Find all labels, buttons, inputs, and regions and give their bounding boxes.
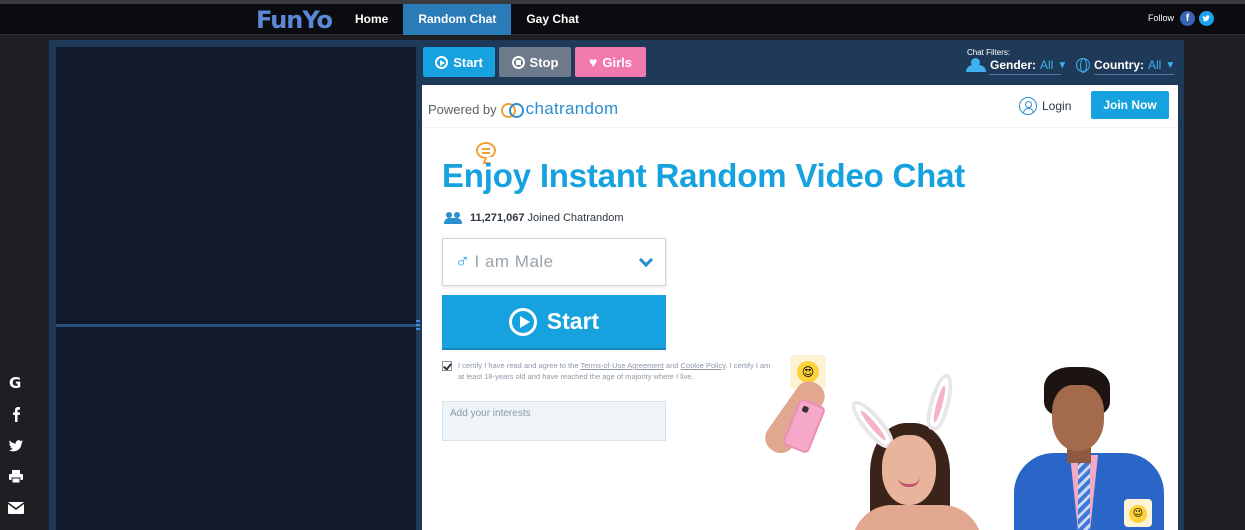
stop-icon xyxy=(511,55,525,69)
powered-by: Powered by chatrandom xyxy=(428,99,619,119)
nav-home[interactable]: Home xyxy=(340,4,403,35)
print-icon[interactable] xyxy=(8,470,24,484)
facebook-icon[interactable] xyxy=(11,406,21,422)
twitter-icon[interactable] xyxy=(8,439,24,453)
interests-input[interactable]: Add your interests xyxy=(442,401,666,441)
resize-handle[interactable] xyxy=(416,320,420,332)
twitter-bird-glyph xyxy=(1202,15,1210,22)
mail-icon[interactable] xyxy=(8,502,24,514)
funyo-logo[interactable]: FunYo xyxy=(256,6,333,34)
login-link[interactable]: Login xyxy=(1019,97,1071,115)
stop-button[interactable]: Stop xyxy=(499,47,571,77)
chevron-down-icon xyxy=(638,252,654,268)
certify-row: I certify I have read and agree to the T… xyxy=(442,360,772,382)
country-filter[interactable]: Country: All ▼ xyxy=(1076,58,1176,73)
main-nav: Home Random Chat Gay Chat xyxy=(340,4,594,35)
chevron-down-icon: ▼ xyxy=(1057,59,1068,71)
country-filter-underline xyxy=(1094,74,1174,75)
terms-link[interactable]: Terms-of-Use Agreement xyxy=(580,361,663,370)
stranger-video xyxy=(56,47,416,325)
gender-filter-underline xyxy=(989,74,1061,75)
nav-gay-chat[interactable]: Gay Chat xyxy=(511,4,594,35)
panel-header: Powered by chatrandom Login Join Now xyxy=(422,85,1178,128)
google-icon[interactable]: G xyxy=(9,374,23,390)
self-video xyxy=(56,327,416,530)
cookie-link[interactable]: Cookie Policy xyxy=(681,361,726,370)
heart-eyes-emoji-icon: 😍 xyxy=(797,361,819,383)
joined-count: 11,271,067 Joined Chatrandom xyxy=(444,212,624,224)
site-header: FunYo Home Random Chat Gay Chat Follow f xyxy=(0,4,1245,35)
male-icon: ♂ xyxy=(455,250,471,273)
user-icon xyxy=(1019,97,1037,115)
globe-icon xyxy=(1076,58,1090,73)
chatrandom-brand[interactable]: chatrandom xyxy=(526,99,619,119)
certify-text: I certify I have read and agree to the T… xyxy=(458,361,771,381)
gender-select[interactable]: ♂ I am Male xyxy=(442,238,666,286)
guy-tie xyxy=(1078,460,1090,530)
gender-filter[interactable]: Gender: All ▼ xyxy=(966,58,1067,72)
svg-text:G: G xyxy=(9,374,21,390)
page-title: Enjoy Instant Random Video Chat xyxy=(442,157,966,194)
bunny-ear-right xyxy=(922,371,958,433)
facebook-icon[interactable]: f xyxy=(1180,11,1195,26)
main-start-button[interactable]: Start xyxy=(442,295,666,350)
group-icon xyxy=(444,212,462,224)
play-icon xyxy=(508,307,537,336)
chatrandom-panel: Powered by chatrandom Login Join Now Enj… xyxy=(422,85,1178,530)
wink-emoji-icon: 😉 xyxy=(1129,505,1147,523)
join-now-button[interactable]: Join Now xyxy=(1091,91,1169,119)
girl-face xyxy=(882,435,936,505)
chatrandom-logo-icon xyxy=(500,103,524,118)
twitter-icon[interactable] xyxy=(1199,11,1214,26)
chevron-down-icon: ▼ xyxy=(1165,59,1176,71)
follow-label: Follow xyxy=(1148,13,1175,23)
start-button[interactable]: Start xyxy=(423,47,495,77)
play-icon xyxy=(435,55,449,69)
heart-icon: ♥ xyxy=(589,54,598,70)
chat-filters-label: Chat Filters: xyxy=(967,48,1011,57)
girls-button[interactable]: ♥ Girls xyxy=(575,47,646,77)
guy-face xyxy=(1052,385,1104,451)
certify-checkbox[interactable] xyxy=(442,361,452,371)
nav-random-chat[interactable]: Random Chat xyxy=(403,4,512,35)
people-icon xyxy=(966,58,986,72)
